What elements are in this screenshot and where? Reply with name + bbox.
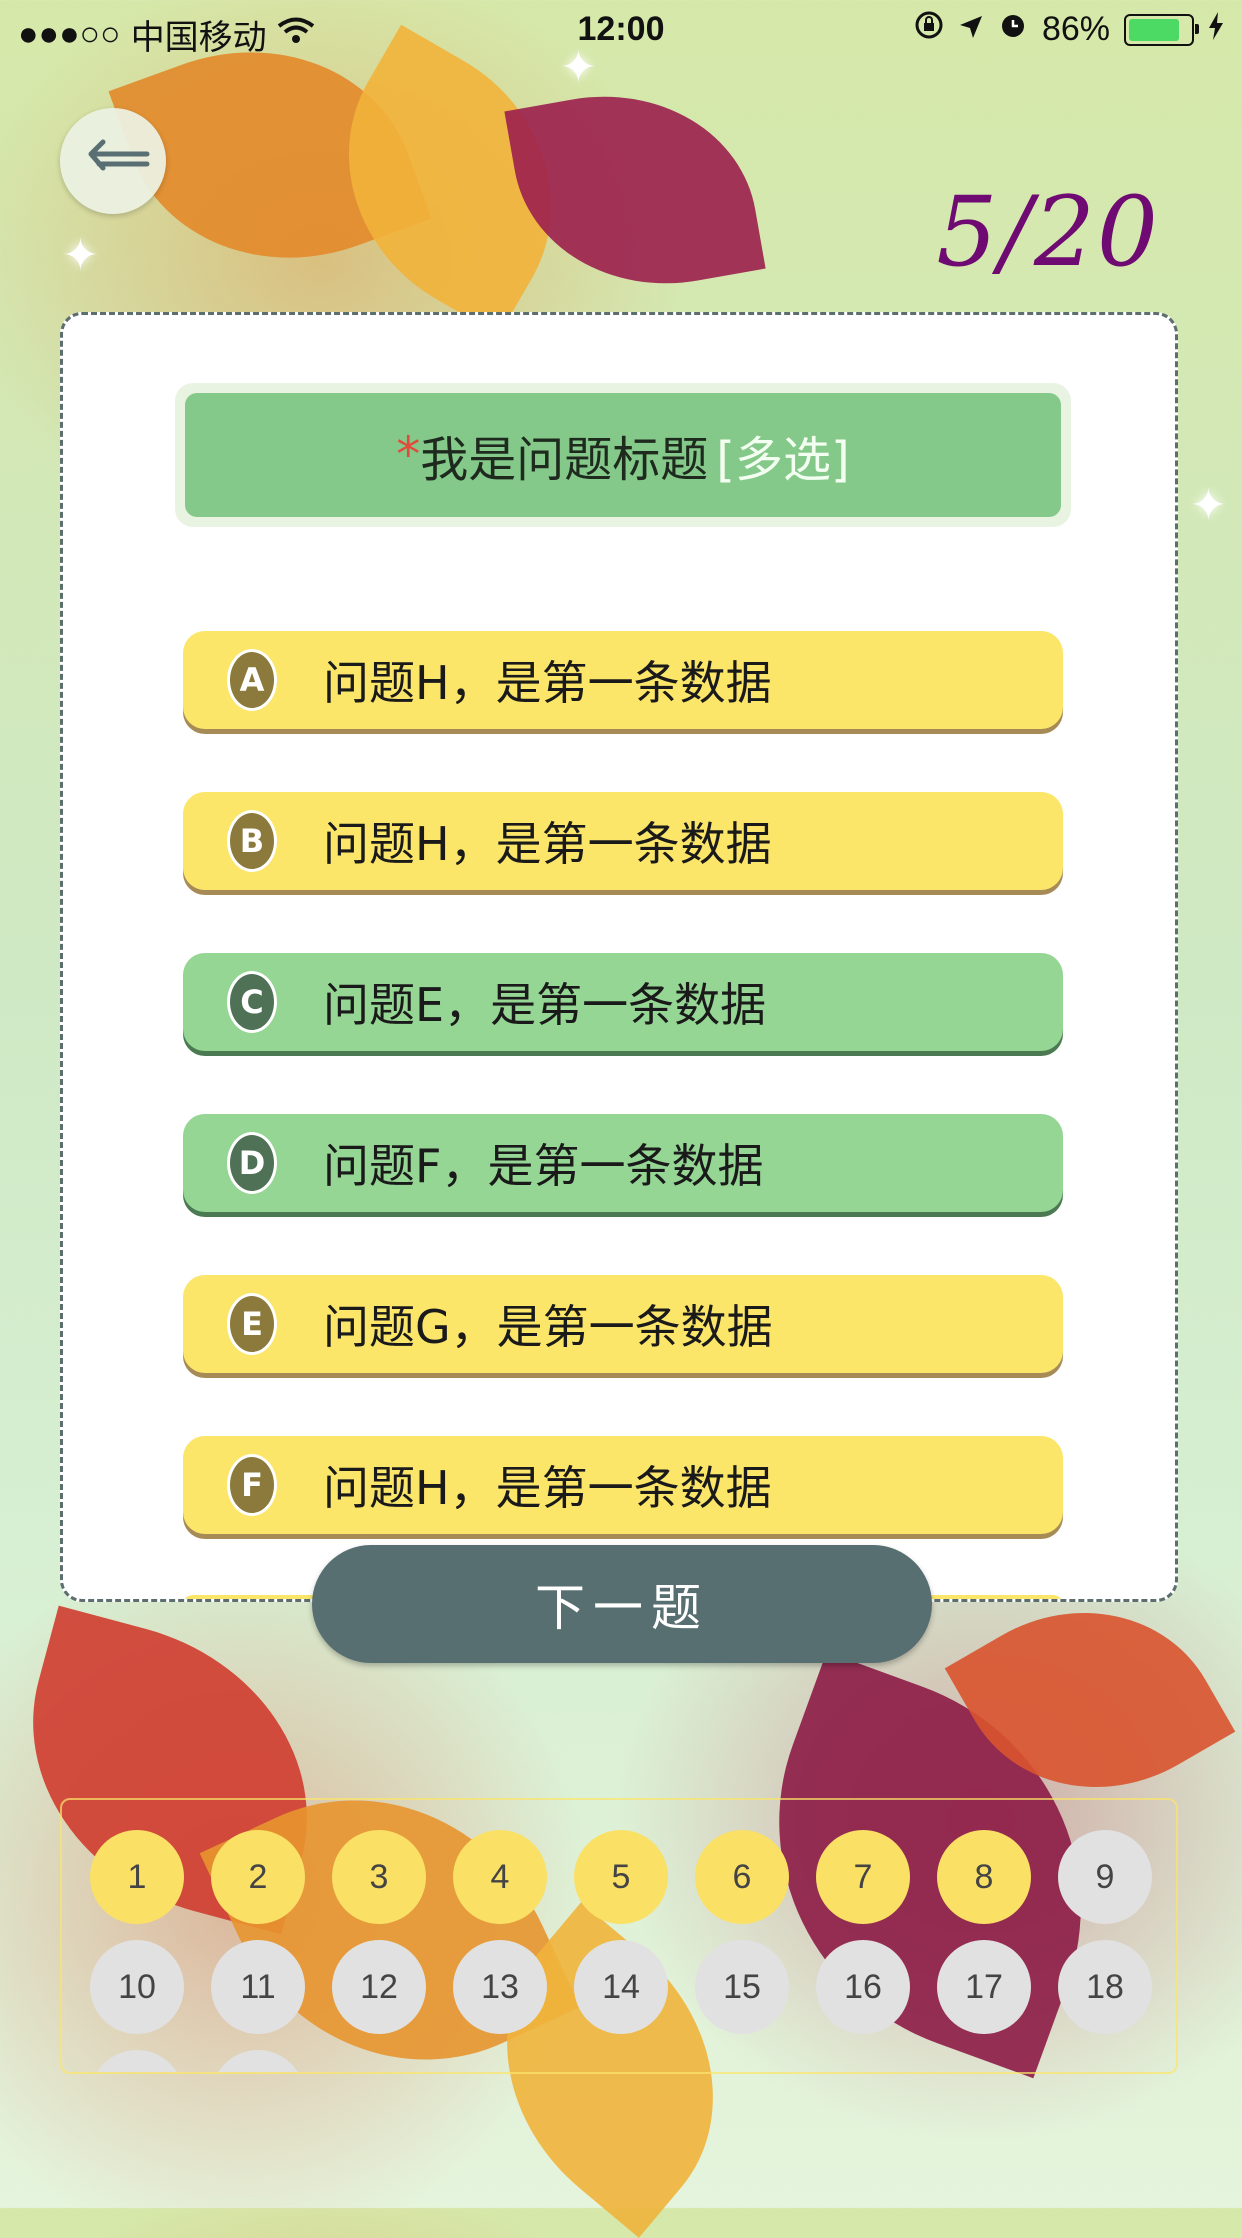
question-number-2[interactable]: 2: [211, 1830, 305, 1924]
question-card: * 我是问题标题 [多选] A 问题H，是第一条数据 B 问题H，是第一条数据 …: [60, 312, 1178, 1602]
question-number-1[interactable]: 1: [90, 1830, 184, 1924]
question-number-10[interactable]: 10: [90, 1940, 184, 2034]
location-icon: [958, 10, 984, 49]
question-number-15[interactable]: 15: [695, 1940, 789, 2034]
question-number-13[interactable]: 13: [453, 1940, 547, 2034]
question-number-3[interactable]: 3: [332, 1830, 426, 1924]
status-bar: ●●●○○ 中国移动 12:00 86%: [0, 0, 1242, 62]
question-number-4[interactable]: 4: [453, 1830, 547, 1924]
question-title: * 我是问题标题 [多选]: [185, 393, 1061, 517]
option-letter-badge: F: [227, 1454, 277, 1516]
back-button[interactable]: [60, 108, 166, 214]
question-title-box: * 我是问题标题 [多选]: [175, 383, 1071, 527]
question-number-11[interactable]: 11: [211, 1940, 305, 2034]
charging-icon: [1208, 10, 1224, 49]
question-number-17[interactable]: 17: [937, 1940, 1031, 2034]
required-mark: *: [396, 427, 421, 483]
option-letter-badge: D: [227, 1132, 277, 1194]
question-number-5[interactable]: 5: [574, 1830, 668, 1924]
option-letter-badge: E: [227, 1293, 277, 1355]
question-number-grid: 1 2 3 4 5 6 7 8 9 10 11 12 13 14 15 16 17 18: [60, 1798, 1178, 2074]
option-c[interactable]: C 问题E，是第一条数据: [183, 953, 1063, 1051]
question-title-text: 我是问题标题: [420, 432, 709, 488]
question-type-tag: [多选]: [716, 432, 850, 488]
question-number-partial: [211, 2050, 305, 2072]
option-text: 问题F，是第一条数据: [323, 1139, 764, 1193]
option-letter-badge: C: [227, 971, 277, 1033]
question-number-14[interactable]: 14: [574, 1940, 668, 2034]
sparkle-decoration: ✦: [1190, 480, 1227, 531]
question-number-6[interactable]: 6: [695, 1830, 789, 1924]
question-number-9[interactable]: 9: [1058, 1830, 1152, 1924]
question-number-8[interactable]: 8: [937, 1830, 1031, 1924]
question-number-12[interactable]: 12: [332, 1940, 426, 2034]
option-text: 问题H，是第一条数据: [323, 1461, 772, 1515]
option-text: 问题E，是第一条数据: [323, 978, 767, 1032]
battery-fill: [1129, 18, 1179, 41]
question-number-7[interactable]: 7: [816, 1830, 910, 1924]
rotation-lock-icon: [914, 10, 944, 49]
question-progress: 5/20: [936, 176, 1160, 288]
option-a[interactable]: A 问题H，是第一条数据: [183, 631, 1063, 729]
option-letter-badge: B: [227, 810, 277, 872]
question-number-partial: [90, 2050, 184, 2072]
next-question-button[interactable]: 下一题: [312, 1545, 932, 1663]
battery-icon: [1124, 13, 1199, 46]
question-number-16[interactable]: 16: [816, 1940, 910, 2034]
sparkle-decoration: ✦: [62, 230, 99, 281]
option-letter-badge: A: [227, 649, 277, 711]
leaf-decoration: [504, 71, 766, 309]
back-arrow-icon: [73, 134, 153, 188]
option-d[interactable]: D 问题F，是第一条数据: [183, 1114, 1063, 1212]
battery-percent: 86%: [1041, 10, 1110, 48]
option-b[interactable]: B 问题H，是第一条数据: [183, 792, 1063, 890]
option-f[interactable]: F 问题H，是第一条数据: [183, 1436, 1063, 1534]
option-text: 问题G，是第一条数据: [323, 1300, 773, 1354]
question-number-18[interactable]: 18: [1058, 1940, 1152, 2034]
option-text: 问题H，是第一条数据: [323, 656, 772, 710]
option-text: 问题H，是第一条数据: [323, 817, 772, 871]
option-e[interactable]: E 问题G，是第一条数据: [183, 1275, 1063, 1373]
alarm-icon: [998, 10, 1028, 49]
